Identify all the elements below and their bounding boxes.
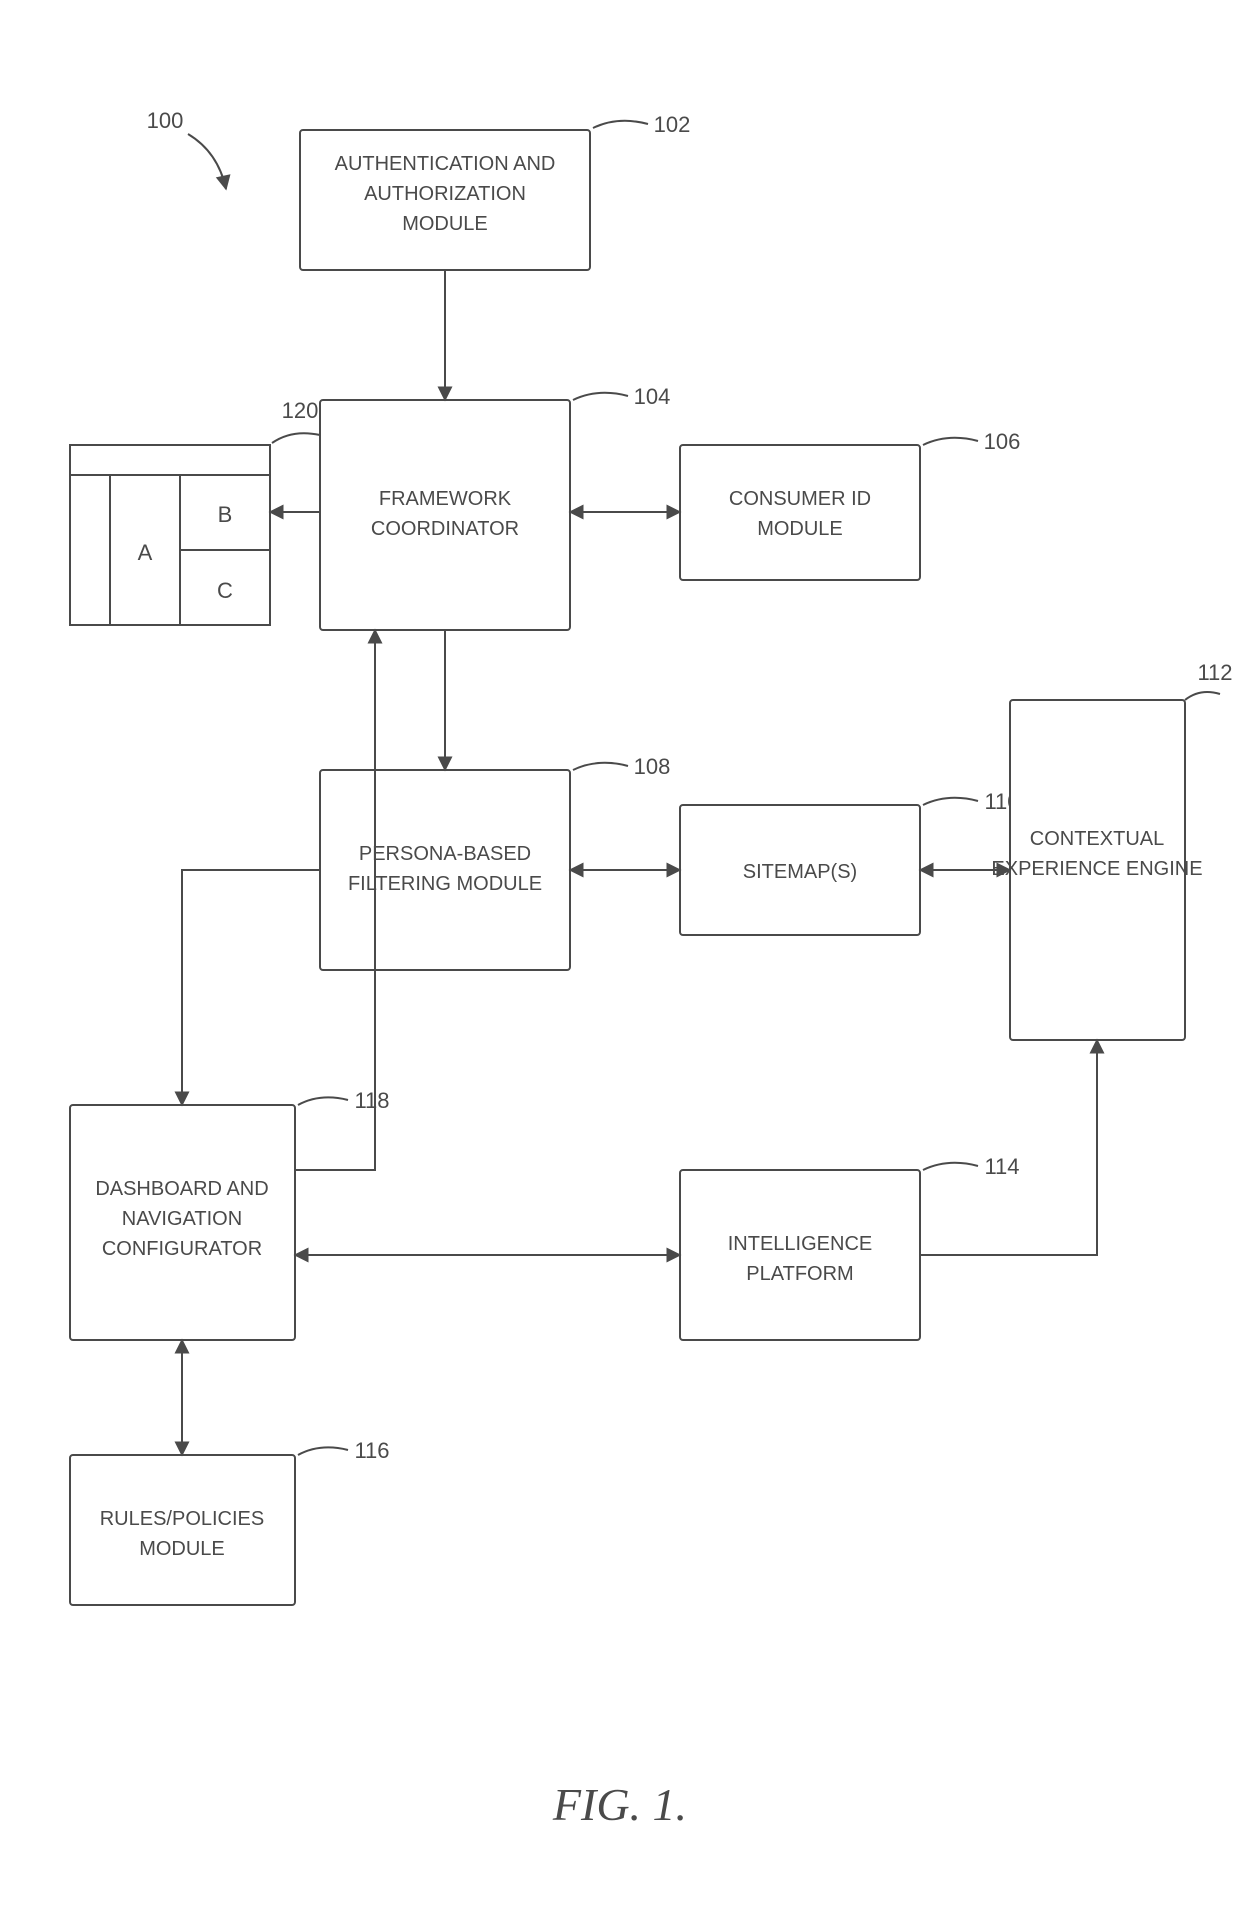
node-framework: FRAMEWORK COORDINATOR [320,400,570,630]
ref-auth: 102 [654,112,691,137]
svg-text:NAVIGATION: NAVIGATION [122,1208,242,1230]
svg-text:PLATFORM: PLATFORM [746,1263,853,1285]
node-contextual-engine: CONTEXTUAL EXPERIENCE ENGINE [991,700,1202,1040]
leader-pbf [573,763,628,770]
figure-caption: FIG. 1. [552,1779,687,1830]
node-sitemaps: SITEMAP(S) [680,805,920,935]
svg-text:PERSONA-BASED: PERSONA-BASED [359,843,531,865]
leader-cid [923,438,978,445]
svg-text:MODULE: MODULE [402,213,488,235]
diagram-canvas: 100 AUTHENTICATION AND AUTHORIZATION MOD… [0,0,1240,1910]
leader-intel [923,1163,978,1170]
node-consumer-id: CONSUMER ID MODULE [680,445,920,580]
ref-dash: 118 [354,1088,389,1113]
node-ui-mock: A B C [70,445,270,625]
pane-b: B [218,502,233,527]
ref-ui: 120 [282,398,319,423]
leader-smap [923,798,978,805]
svg-text:SITEMAP(S): SITEMAP(S) [743,861,857,883]
link-intel-cee [920,1040,1097,1255]
svg-text:INTELLIGENCE: INTELLIGENCE [728,1233,872,1255]
pane-a: A [138,540,153,565]
svg-text:MODULE: MODULE [139,1538,225,1560]
ref-pbf: 108 [634,754,671,779]
leader-rules [298,1447,348,1455]
svg-text:EXPERIENCE ENGINE: EXPERIENCE ENGINE [991,858,1202,880]
svg-text:FRAMEWORK: FRAMEWORK [379,488,512,510]
svg-text:DASHBOARD AND: DASHBOARD AND [95,1178,268,1200]
leader-auth [593,121,648,128]
link-pbf-dash [182,870,320,1105]
node-rules-policies: RULES/POLICIES MODULE [70,1455,295,1605]
svg-text:CONSUMER ID: CONSUMER ID [729,488,871,510]
leader-system [188,134,226,189]
ref-system: 100 [147,108,184,133]
node-dashboard-config: DASHBOARD AND NAVIGATION CONFIGURATOR [70,1105,295,1340]
svg-text:AUTHORIZATION: AUTHORIZATION [364,183,526,205]
leader-ui [272,433,320,443]
ref-cee: 112 [1197,660,1232,685]
svg-text:COORDINATOR: COORDINATOR [371,518,519,540]
ref-rules: 116 [354,1438,389,1463]
leader-dash [298,1097,348,1105]
leader-cee [1185,692,1220,700]
ref-cid: 106 [984,429,1021,454]
svg-text:FILTERING MODULE: FILTERING MODULE [348,873,542,895]
svg-text:AUTHENTICATION AND: AUTHENTICATION AND [335,153,556,175]
svg-text:MODULE: MODULE [757,518,843,540]
ref-fw: 104 [634,384,671,409]
svg-text:RULES/POLICIES: RULES/POLICIES [100,1508,265,1530]
pane-c: C [217,578,233,603]
node-auth: AUTHENTICATION AND AUTHORIZATION MODULE [300,130,590,270]
node-persona-filter: PERSONA-BASED FILTERING MODULE [320,770,570,970]
svg-text:CONTEXTUAL: CONTEXTUAL [1030,828,1164,850]
ref-intel: 114 [984,1154,1019,1179]
leader-fw [573,393,628,400]
svg-text:CONFIGURATOR: CONFIGURATOR [102,1238,262,1260]
node-intelligence-platform: INTELLIGENCE PLATFORM [680,1170,920,1340]
